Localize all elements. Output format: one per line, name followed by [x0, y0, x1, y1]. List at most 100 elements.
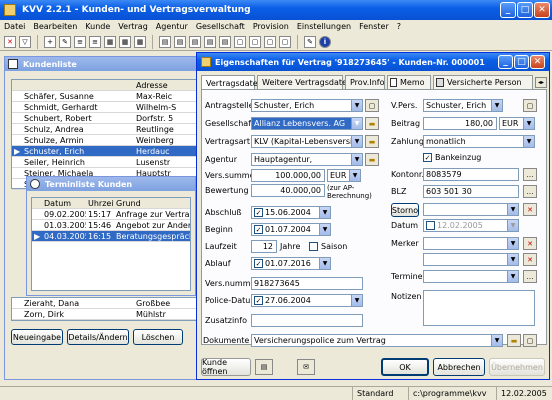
delete-customer-button[interactable]: Löschen	[133, 329, 183, 345]
ablauf-checkbox[interactable]: ✓	[254, 259, 263, 268]
close-button[interactable]: ✕	[534, 2, 550, 18]
apply-button[interactable]: Übernehmen	[489, 358, 545, 376]
tab-vertragsdaten[interactable]: Vertragsdaten	[201, 75, 263, 90]
details-edit-button[interactable]: Details/Ändern	[67, 329, 129, 345]
grid3-icon[interactable]: ▦	[134, 35, 146, 48]
currency-select-1[interactable]: EUR ▼	[327, 169, 361, 182]
storno-clear-icon[interactable]: ✕	[523, 203, 537, 216]
kontonr-input[interactable]: 8083579	[423, 168, 519, 181]
document-icon[interactable]: ▢	[234, 35, 246, 48]
versnummer-input[interactable]: 918273645	[251, 277, 363, 290]
zahlung-select[interactable]: monatlich ▼	[423, 135, 535, 148]
contract-icon[interactable]: ≡	[74, 35, 86, 48]
appointment-row[interactable]: 09.02.2005 15:17 Anfrage zur Vertrag	[32, 209, 190, 220]
termine-open-icon[interactable]: …	[523, 270, 537, 283]
menu-item[interactable]: Einstellungen	[297, 22, 351, 31]
folder-icon[interactable]: ▬	[365, 117, 379, 130]
table-row[interactable]: Schmidt, Gerhardt Wilhelm-S	[12, 102, 196, 113]
table-row[interactable]: ▶ Schuster, Erich Herdauc	[12, 146, 196, 157]
grid2-icon[interactable]: ▦	[119, 35, 131, 48]
storno-date-checkbox[interactable]	[426, 221, 435, 230]
delete-icon[interactable]: ✕	[4, 35, 16, 48]
dialog-minimize-button[interactable]: _	[498, 55, 513, 69]
beginn-checkbox[interactable]: ✓	[254, 225, 263, 234]
abschluss-date[interactable]: ✓ 15.06.2004 ▼	[251, 206, 331, 219]
dialog-close-button[interactable]: ✕	[530, 55, 545, 69]
info-icon[interactable]: i	[319, 35, 331, 48]
document3-icon[interactable]: ▢	[264, 35, 276, 48]
folder-icon[interactable]: ▬	[365, 153, 379, 166]
open-customer-button[interactable]: Kunde öffnen	[201, 358, 251, 376]
report-icon[interactable]: ▤	[159, 35, 171, 48]
menu-item[interactable]: Gesellschaft	[196, 22, 245, 31]
table-row[interactable]: Zieraht, Dana Großbee	[12, 298, 196, 309]
tab-weitere-vertragsdaten[interactable]: Weitere Vertragsdaten	[257, 75, 352, 89]
vertragsart-select[interactable]: KLV (Kapital-Lebensversicher ▼	[251, 135, 363, 148]
new-document-icon[interactable]: ▢	[523, 334, 537, 347]
zusatzinfo-input[interactable]	[251, 314, 363, 327]
ok-button[interactable]: OK	[381, 358, 429, 376]
new-customer-icon[interactable]: +	[44, 35, 56, 48]
gesellschaft-select[interactable]: Allianz Lebensvers. AG ▼	[251, 117, 363, 130]
storno-button[interactable]: Storno	[391, 203, 419, 217]
table-row[interactable]: Schubert, Robert Dorfstr. 5	[12, 113, 196, 124]
menu-item[interactable]: Vertrag	[118, 22, 147, 31]
verssumme-input[interactable]: 100.000,00	[251, 169, 325, 182]
antragsteller-select[interactable]: Schuster, Erich ▼	[251, 99, 363, 112]
blz-input[interactable]: 603 501 30	[423, 185, 519, 198]
vpers-select[interactable]: Schuster, Erich ▼	[423, 99, 503, 112]
menu-item[interactable]: Kunde	[85, 22, 110, 31]
kontonr-more-button[interactable]: …	[523, 168, 537, 181]
policedatum-checkbox[interactable]: ✓	[254, 296, 263, 305]
abschluss-checkbox[interactable]: ✓	[254, 208, 263, 217]
minimize-button[interactable]: _	[500, 2, 516, 18]
document4-icon[interactable]: ▢	[279, 35, 291, 48]
grid-icon[interactable]: ▦	[104, 35, 116, 48]
folder-icon[interactable]: ▬	[365, 135, 379, 148]
table-row[interactable]: Zorn, Dirk Mühlstr	[12, 309, 196, 320]
policedatum-date[interactable]: ✓ 27.06.2004 ▼	[251, 294, 363, 307]
filter-icon[interactable]: ▽	[19, 35, 31, 48]
menu-item[interactable]: Bearbeiten	[33, 22, 77, 31]
merker-clear-icon-2[interactable]: ✕	[523, 253, 537, 266]
merker-select-1[interactable]: ▼	[423, 237, 519, 250]
notizen-textarea[interactable]	[423, 290, 535, 326]
saison-checkbox[interactable]	[309, 242, 318, 251]
tab-prov-info[interactable]: Prov.Info	[345, 75, 385, 89]
report5-icon[interactable]: ▤	[219, 35, 231, 48]
tab-versicherte-person[interactable]: Versicherte Person	[433, 75, 533, 89]
person-open-icon[interactable]: ▢	[523, 99, 537, 112]
menu-item[interactable]: ?	[397, 22, 401, 31]
mail-icon[interactable]: ✉	[297, 359, 315, 375]
blz-more-button[interactable]: …	[523, 185, 537, 198]
edit-customer-icon[interactable]: ✎	[59, 35, 71, 48]
tab-memo[interactable]: Memo	[387, 75, 431, 89]
report4-icon[interactable]: ▤	[204, 35, 216, 48]
bewertung-input[interactable]: 40.000,00	[251, 184, 325, 197]
beitrag-input[interactable]: 180,00	[423, 117, 497, 130]
dokumente-select[interactable]: Versicherungspolice zum Vertrag ▼	[251, 334, 503, 347]
bankeinzug-checkbox[interactable]: ✓	[423, 153, 432, 162]
customer-open-icon[interactable]: ▢	[365, 99, 379, 112]
tab-scroll-arrows[interactable]: ◂▸	[535, 77, 547, 88]
table-row[interactable]: Seiler, Heinrich Lusenstr	[12, 157, 196, 168]
laufzeit-input[interactable]: 12	[251, 240, 277, 253]
contract-list-icon[interactable]: ≡	[89, 35, 101, 48]
table-row[interactable]: Schäfer, Susanne Max-Reic	[12, 91, 196, 102]
menu-item[interactable]: Provision	[253, 22, 289, 31]
maximize-button[interactable]: □	[517, 2, 533, 18]
ablauf-date[interactable]: ✓ 01.07.2016 ▼	[251, 257, 331, 270]
appointment-row[interactable]: 01.03.2005 15:46 Angebot zur Anderu	[32, 220, 190, 231]
beginn-date[interactable]: ✓ 01.07.2004 ▼	[251, 223, 331, 236]
new-entry-button[interactable]: Neueingabe	[11, 329, 63, 345]
termine-select[interactable]: ▼	[423, 270, 519, 283]
agentur-select[interactable]: Hauptagentur, ▼	[251, 153, 363, 166]
folder-icon[interactable]: ▬	[507, 334, 521, 347]
appointment-row[interactable]: ▶ 04.03.2005 16:15 Beratungsgespräch	[32, 231, 190, 242]
document2-icon[interactable]: ▢	[249, 35, 261, 48]
menu-item[interactable]: Fenster	[359, 22, 389, 31]
merker-select-2[interactable]: ▼	[423, 253, 519, 266]
table-row[interactable]: Schulze, Armin Weinberg	[12, 135, 196, 146]
tools-icon[interactable]: ✎	[304, 35, 316, 48]
menu-item[interactable]: Agentur	[156, 22, 188, 31]
